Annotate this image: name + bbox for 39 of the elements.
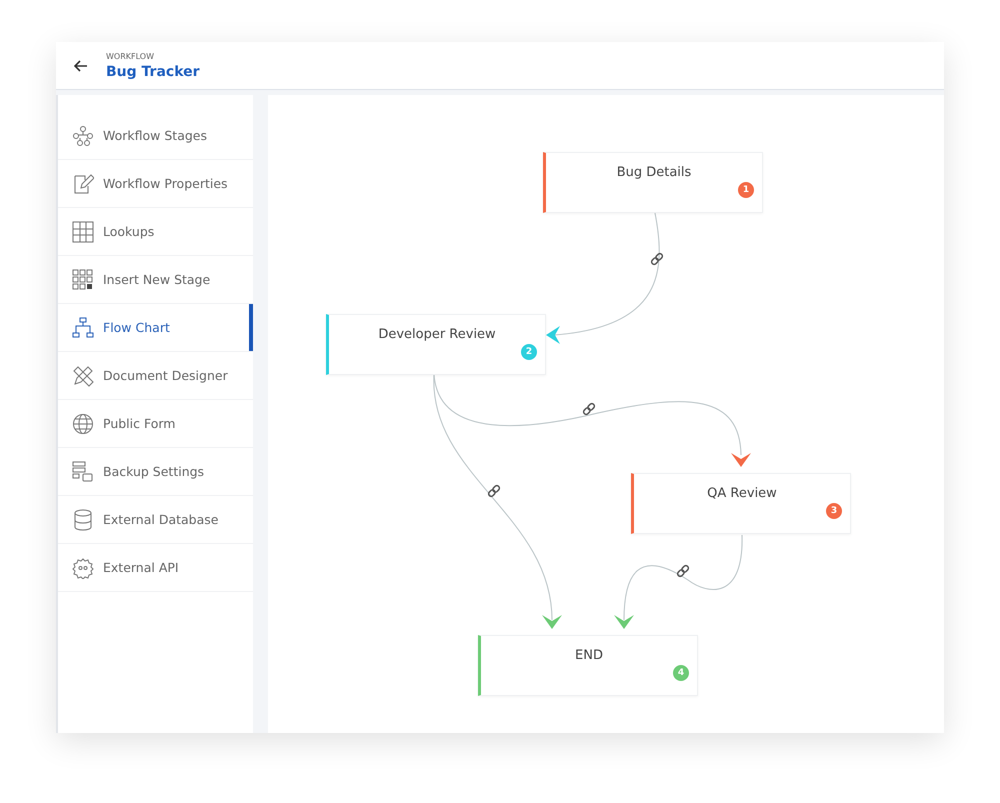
link-icon[interactable] [487, 484, 501, 498]
grid-icon [72, 268, 94, 290]
grid-icon [72, 220, 94, 242]
stage-number-badge: 1 [738, 182, 754, 198]
sidebar-item[interactable]: Workflow Stages [58, 112, 253, 160]
pencil-ruler-icon [72, 364, 94, 386]
stage-node[interactable]: END 4 [478, 635, 698, 696]
sidebar-item[interactable]: Flow Chart [58, 304, 253, 352]
database-icon [72, 508, 94, 530]
sidebar-item[interactable]: Backup Settings [58, 448, 253, 496]
sidebar-item[interactable]: Insert New Stage [58, 256, 253, 304]
gear-icon [72, 556, 94, 578]
breadcrumb-label: WORKFLOW [106, 52, 155, 60]
link-icon[interactable] [650, 252, 664, 266]
link-icon[interactable] [676, 564, 690, 578]
globe-icon [72, 412, 94, 434]
sidebar-item[interactable]: Workflow Properties [58, 160, 253, 208]
sidebar-item[interactable]: External Database [58, 496, 253, 544]
stage-number-badge: 2 [521, 344, 537, 360]
stage-number-badge: 3 [826, 503, 842, 519]
edit-document-icon [72, 172, 94, 194]
network-icon [72, 124, 94, 146]
server-icon [72, 460, 94, 482]
stage-node[interactable]: Bug Details 1 [543, 152, 763, 213]
sidebar-item[interactable]: Lookups [58, 208, 253, 256]
flowchart-icon [72, 316, 94, 338]
stage-title: Bug Details [616, 165, 692, 180]
sidebar-item[interactable]: Public Form [58, 400, 253, 448]
stage-node[interactable]: QA Review 3 [631, 473, 851, 534]
back-arrow-icon[interactable] [74, 60, 88, 72]
link-icon[interactable] [582, 402, 596, 416]
stage-title: Developer Review [378, 327, 496, 342]
workflow-title: Bug Tracker [106, 64, 200, 80]
stage-node[interactable]: Developer Review 2 [326, 314, 546, 375]
stage-title: END [575, 648, 603, 663]
stage-title: QA Review [707, 486, 777, 501]
sidebar-item[interactable]: Document Designer [58, 352, 253, 400]
sidebar-item[interactable]: External API [58, 544, 253, 592]
stage-number-badge: 4 [673, 665, 689, 681]
